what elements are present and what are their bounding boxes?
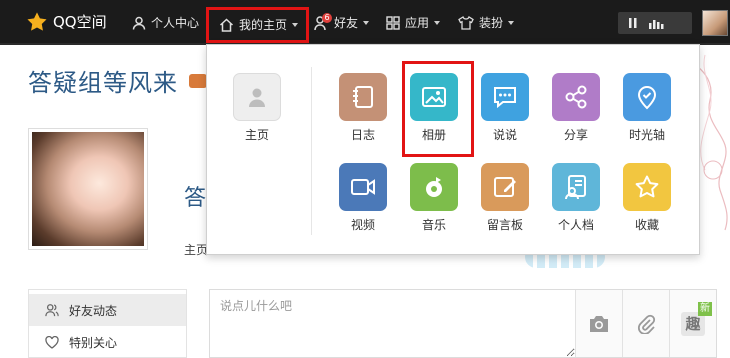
app-home-label: 主页 [244,128,269,142]
photo-button[interactable] [575,290,622,357]
app-profile-card[interactable]: 个人档 [546,163,606,232]
nav-apps-label: 应用 [405,16,430,30]
share-icon [565,85,587,109]
nav-friends-label: 好友 [334,16,359,30]
person-icon [132,16,146,30]
app-diary-label: 日志 [350,128,375,142]
gift-icon [189,74,207,88]
leftnav-friend-feed-label: 好友动态 [69,303,118,318]
nav-apps[interactable]: 应用 [386,12,441,34]
album-highlight-box [402,61,474,157]
status-composer: 趣 新 [209,289,717,358]
app-timeline-label: 时光轴 [628,128,665,142]
leftnav-special-care[interactable]: 特别关心 [29,326,186,358]
video-icon [351,179,375,195]
nav-dress-up[interactable]: 装扮 [458,12,515,34]
camera-icon [590,315,608,332]
profile-home-link[interactable]: 主页 [184,241,208,258]
share-tile [552,73,600,121]
app-diary[interactable]: 日志 [333,73,393,142]
timeline-icon [637,86,657,110]
app-share[interactable]: 分享 [546,73,606,142]
leftnav-friend-feed[interactable]: 好友动态 [29,294,186,326]
page-title: 答疑组等风来 [28,69,178,97]
user-avatar[interactable] [702,10,728,36]
nav-friends[interactable]: 6 好友 [314,12,370,34]
tshirt-icon [458,16,474,30]
status-input[interactable] [210,290,575,357]
app-favorites[interactable]: 收藏 [617,163,677,232]
signal-bars-icon[interactable] [648,17,666,29]
top-navigation-bar: QQ空间 个人中心 我的主页 6 好友 应用 装扮 [0,0,730,45]
person-icon [249,88,265,107]
app-guestbook-label: 留言板 [486,218,523,232]
nav-personal-center[interactable]: 个人中心 [132,12,199,34]
app-video-label: 视频 [350,218,375,232]
home-tile [233,73,281,121]
app-music-label: 音乐 [421,218,446,232]
nav-personal-center-label: 个人中心 [151,16,200,30]
favorites-icon [635,175,659,198]
toolbar-controls[interactable] [618,12,692,34]
fun-button[interactable]: 趣 新 [669,290,716,357]
app-music[interactable]: 音乐 [404,163,464,232]
logo-text: QQ空间 [53,13,107,31]
profile-avatar[interactable] [28,128,148,250]
guestbook-icon [494,177,516,197]
app-profile-card-label: 个人档 [557,218,594,232]
app-share-label: 分享 [563,128,588,142]
chevron-down-icon [292,23,299,27]
paperclip-icon [638,314,656,334]
friends-icon [45,304,59,317]
grid-icon [386,16,400,30]
profile-card-tile [552,163,600,211]
profile-avatar-image [32,132,144,246]
nav-my-home[interactable]: 我的主页 [206,7,310,43]
diary-tile [339,73,387,121]
favorites-tile [623,163,671,211]
music-icon [426,177,442,197]
friends-icon-wrap: 6 [314,13,332,31]
home-icon [219,18,234,32]
chevron-down-icon [508,21,515,25]
app-mood[interactable]: 说说 [475,73,535,142]
pause-icon[interactable] [627,17,639,29]
leftnav-special-care-label: 特别关心 [69,335,118,350]
app-timeline[interactable]: 时光轴 [617,73,677,142]
video-tile [339,163,387,211]
friends-badge: 6 [322,13,332,23]
app-home[interactable]: 主页 [227,73,287,142]
app-favorites-label: 收藏 [634,218,659,232]
guestbook-tile [481,163,529,211]
profile-card-icon [565,175,586,200]
timeline-tile [623,73,671,121]
my-home-dropdown: 主页 日志 相册 说说 分享 时光轴 视频 音乐 留言板 个人档 收藏 [206,44,700,255]
app-mood-label: 说说 [492,128,517,142]
chat-icon [494,87,516,109]
attach-button[interactable] [622,290,669,357]
app-video[interactable]: 视频 [333,163,393,232]
qzone-logo[interactable]: QQ空间 [26,11,107,33]
profile-name: 答 [184,186,207,211]
music-tile [410,163,458,211]
star-icon [27,12,47,31]
chevron-down-icon [363,21,370,25]
nav-dress-up-label: 装扮 [479,16,504,30]
diary-icon [353,86,373,108]
dropdown-divider [311,67,312,235]
left-navigation: 好友动态 特别关心 [28,289,187,358]
mood-tile [481,73,529,121]
new-badge: 新 [698,302,712,316]
app-guestbook[interactable]: 留言板 [475,163,535,232]
nav-my-home-label: 我的主页 [239,18,288,32]
heart-icon [45,335,59,349]
chevron-down-icon [434,21,441,25]
